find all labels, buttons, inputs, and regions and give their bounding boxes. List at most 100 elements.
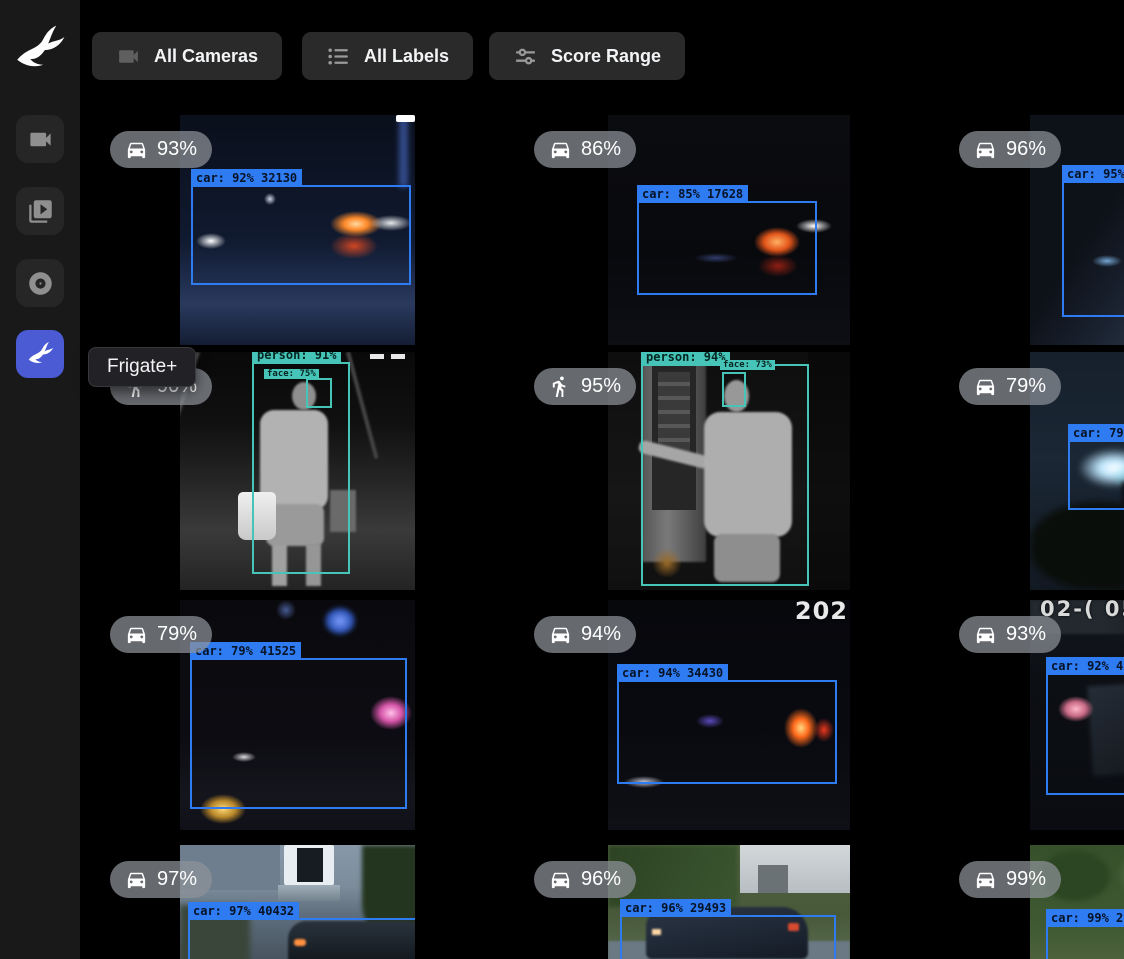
detection-card[interactable]: 02-( 05 ( car: 92% 4218 93% <box>945 600 1124 830</box>
score-text: 94% <box>581 623 621 646</box>
detection-card[interactable]: car: 79% 79% <box>945 352 1124 590</box>
score-text: 93% <box>157 138 197 161</box>
detection-bounding-box: car: 92% 4218 <box>1046 673 1124 795</box>
score-badge: 96% <box>959 131 1061 168</box>
detection-snapshot[interactable]: car: 85% 17628 <box>608 115 850 345</box>
car-icon <box>125 623 148 646</box>
bounding-box-label: car: 92% 4218 <box>1046 657 1124 675</box>
sliders-icon <box>513 44 538 69</box>
score-badge: 96% <box>534 861 636 898</box>
detection-card[interactable]: car: 85% 17628 86% <box>520 115 944 345</box>
filter-label: Score Range <box>551 46 661 67</box>
sidebar-item-review[interactable] <box>16 187 64 235</box>
sidebar <box>0 0 80 959</box>
detection-bounding-box: car: 95% 45260 <box>1062 181 1124 317</box>
face-box-label: face: 75% <box>264 369 319 379</box>
detection-card[interactable]: car: 96% 29493 96% <box>520 845 944 959</box>
face-box-label: face: 73% <box>720 360 775 370</box>
sidebar-item-frigate-plus[interactable] <box>16 330 64 378</box>
car-icon <box>549 868 572 891</box>
score-badge: 79% <box>959 368 1061 405</box>
car-icon <box>974 868 997 891</box>
detection-card[interactable]: face: 73% person: 94% 95% <box>520 352 944 590</box>
filter-label: All Labels <box>364 46 449 67</box>
all-labels-filter-button[interactable]: All Labels <box>302 32 473 80</box>
all-cameras-filter-button[interactable]: All Cameras <box>92 32 282 80</box>
detection-card[interactable]: 202 car: 94% 34430 94% <box>520 600 944 830</box>
disc-icon <box>27 270 54 297</box>
detection-card[interactable]: car: 97% 40432 97% <box>96 845 520 959</box>
detection-snapshot[interactable]: car: 92% 32130 <box>180 115 415 345</box>
detection-card[interactable]: car: 99% 25 99% <box>945 845 1124 959</box>
detection-bounding-box: car: 96% 29493 <box>620 915 836 959</box>
bounding-box-label: person: 94% <box>641 352 730 366</box>
detection-card[interactable]: car: 95% 45260 96% <box>945 115 1124 345</box>
bounding-box-label: car: 95% 45260 <box>1062 165 1124 183</box>
detection-snapshot[interactable]: car: 96% 29493 <box>608 845 850 959</box>
car-icon <box>125 868 148 891</box>
detection-card[interactable]: car: 79% 41525 79% <box>96 600 520 830</box>
score-text: 93% <box>1006 623 1046 646</box>
list-icon <box>326 44 351 69</box>
detection-snapshot[interactable]: face: 73% person: 94% <box>608 352 850 590</box>
score-badge: 93% <box>110 131 212 168</box>
score-text: 79% <box>1006 375 1046 398</box>
bounding-box-label: car: 96% 29493 <box>620 899 731 917</box>
car-icon <box>549 623 572 646</box>
score-text: 96% <box>1006 138 1046 161</box>
bounding-box-label: car: 99% 25 <box>1046 909 1124 927</box>
car-icon <box>549 138 572 161</box>
video-library-icon <box>27 198 54 225</box>
detection-bounding-box: car: 94% 34430 <box>617 680 837 784</box>
car-icon <box>974 138 997 161</box>
detection-snapshot[interactable]: car: 97% 40432 <box>180 845 415 959</box>
frigate-logo[interactable] <box>14 24 66 76</box>
score-badge: 93% <box>959 616 1061 653</box>
score-badge: 86% <box>534 131 636 168</box>
frigate-bird-icon <box>14 24 66 76</box>
video-camera-icon <box>27 126 54 153</box>
bounding-box-label: car: 94% 34430 <box>617 664 728 682</box>
detection-bounding-box: car: 92% 32130 <box>191 185 411 285</box>
detection-bounding-box: car: 97% 40432 <box>188 918 415 959</box>
video-camera-icon <box>116 44 141 69</box>
detection-bounding-box: person: 91% <box>252 362 350 574</box>
score-badge: 97% <box>110 861 212 898</box>
filter-label: All Cameras <box>154 46 258 67</box>
bounding-box-label: car: 97% 40432 <box>188 902 299 920</box>
car-icon <box>125 138 148 161</box>
car-icon <box>974 623 997 646</box>
bounding-box-label: person: 91% <box>252 352 341 364</box>
person-icon <box>549 375 572 398</box>
bounding-box-label: car: 85% 17628 <box>637 185 748 203</box>
detection-bounding-box: car: 79% 41525 <box>190 658 407 809</box>
detection-bounding-box: person: 94% <box>641 364 809 586</box>
car-icon <box>974 375 997 398</box>
bounding-box-label: car: 92% 32130 <box>191 169 302 187</box>
detection-snapshot[interactable]: car: 79% 41525 <box>180 600 415 830</box>
bounding-box-label: car: 79% <box>1068 424 1124 442</box>
score-text: 79% <box>157 623 197 646</box>
tooltip-text: Frigate+ <box>107 356 177 377</box>
score-badge: 99% <box>959 861 1061 898</box>
camera-timestamp-overlay: 202 <box>795 600 848 625</box>
score-badge: 94% <box>534 616 636 653</box>
detection-card[interactable]: car: 92% 32130 93% <box>96 115 520 345</box>
detection-snapshot[interactable]: face: 75% person: 91% <box>180 352 415 590</box>
sidebar-item-export[interactable] <box>16 259 64 307</box>
detection-bounding-box: car: 99% 25 <box>1046 925 1124 959</box>
score-text: 99% <box>1006 868 1046 891</box>
sidebar-item-live[interactable] <box>16 115 64 163</box>
score-text: 97% <box>157 868 197 891</box>
score-badge: 95% <box>534 368 636 405</box>
score-text: 96% <box>581 868 621 891</box>
frigate-bird-icon <box>27 341 54 368</box>
detection-card[interactable]: face: 75% person: 91% 90% <box>96 352 520 590</box>
score-range-filter-button[interactable]: Score Range <box>489 32 685 80</box>
frigate-plus-tooltip: Frigate+ <box>88 347 196 387</box>
detection-bounding-box: car: 79% <box>1068 440 1124 510</box>
detection-snapshot[interactable]: 202 car: 94% 34430 <box>608 600 850 830</box>
score-text: 86% <box>581 138 621 161</box>
score-text: 95% <box>581 375 621 398</box>
camera-timestamp-overlay: 02-( 05 ( <box>1040 600 1124 621</box>
